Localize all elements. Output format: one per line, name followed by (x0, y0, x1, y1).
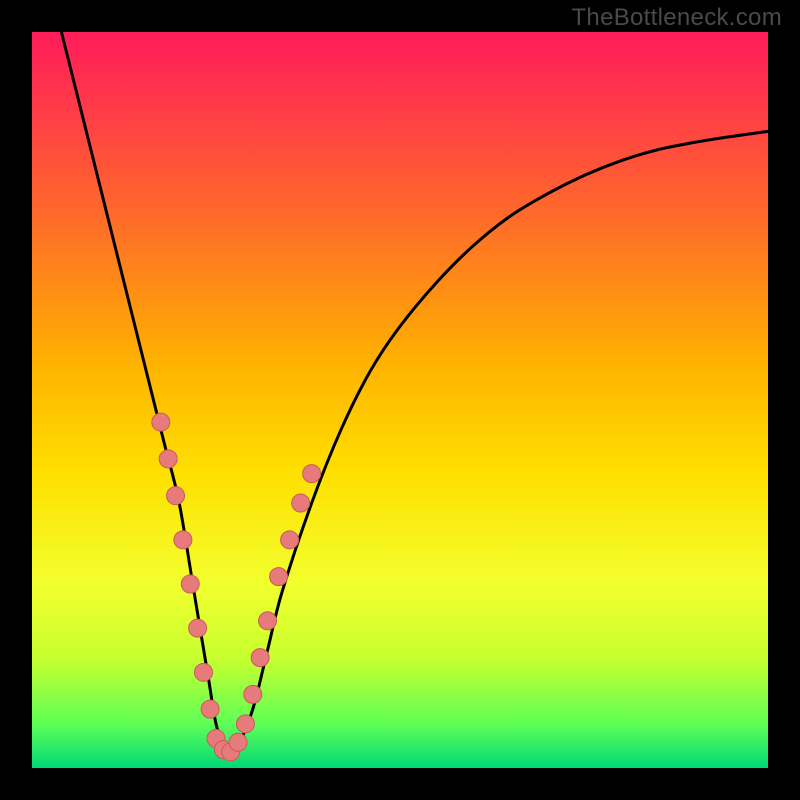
data-marker (159, 450, 177, 468)
data-marker (194, 663, 212, 681)
data-marker (259, 612, 277, 630)
chart-curve-group (61, 32, 768, 753)
bottleneck-curve (61, 32, 768, 753)
data-marker (270, 568, 288, 586)
chart-markers-group (152, 413, 321, 761)
watermark-text: TheBottleneck.com (571, 4, 782, 32)
chart-frame: TheBottleneck.com (0, 0, 800, 800)
chart-plot-area (32, 32, 768, 768)
data-marker (229, 733, 247, 751)
data-marker (281, 531, 299, 549)
data-marker (174, 531, 192, 549)
data-marker (244, 685, 262, 703)
data-marker (236, 715, 254, 733)
data-marker (201, 700, 219, 718)
data-marker (303, 465, 321, 483)
data-marker (181, 575, 199, 593)
data-marker (167, 487, 185, 505)
data-marker (251, 649, 269, 667)
data-marker (292, 494, 310, 512)
chart-svg (32, 32, 768, 768)
data-marker (189, 619, 207, 637)
data-marker (152, 413, 170, 431)
